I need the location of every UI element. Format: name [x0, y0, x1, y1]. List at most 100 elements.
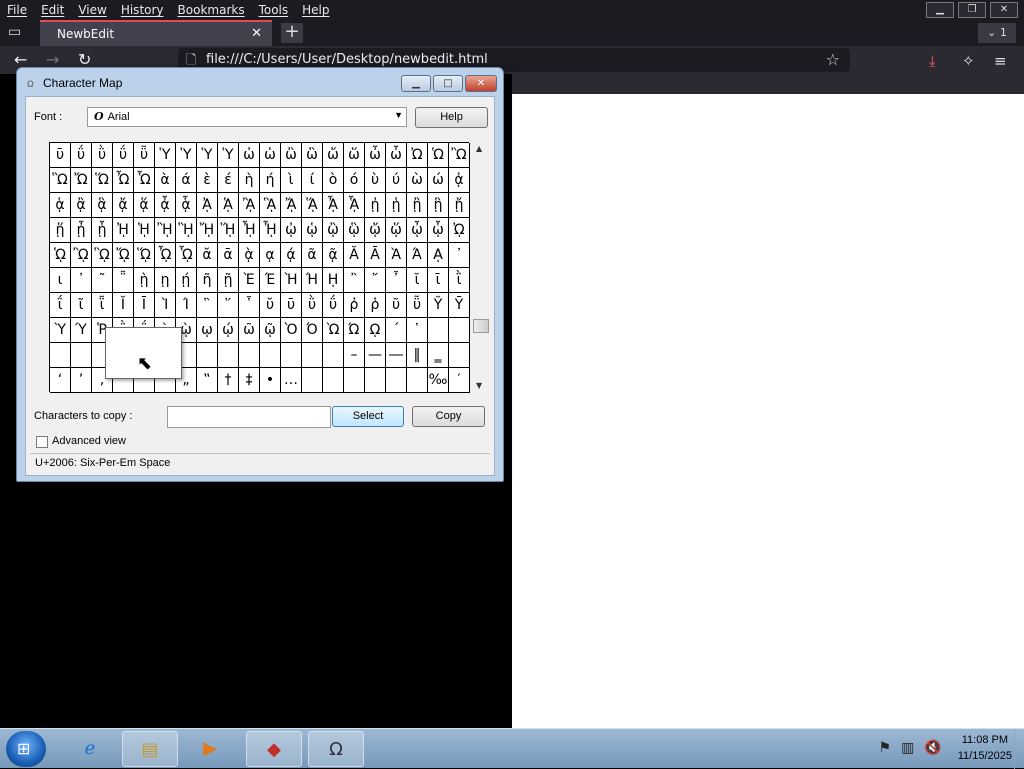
- start-button[interactable]: ⊞: [6, 731, 46, 767]
- char-cell[interactable]: ᾫ: [92, 243, 113, 268]
- char-cell[interactable]: ᾇ: [176, 193, 197, 218]
- char-cell[interactable]: ᾳ: [260, 243, 281, 268]
- char-cell[interactable]: ῐ: [407, 268, 428, 293]
- char-cell[interactable]: ὶ: [281, 168, 302, 193]
- char-cell[interactable]: Ὤ: [71, 168, 92, 193]
- char-cell[interactable]: ῖ: [71, 293, 92, 318]
- char-cell[interactable]: [71, 343, 92, 368]
- char-cell[interactable]: ‰: [428, 368, 449, 393]
- file-explorer-icon[interactable]: ▤: [122, 731, 178, 767]
- char-cell[interactable]: [365, 368, 386, 393]
- char-cell[interactable]: ᾟ: [260, 218, 281, 243]
- new-tab-button[interactable]: +: [281, 23, 303, 43]
- download-icon[interactable]: ⤓: [929, 52, 936, 70]
- char-cell[interactable]: ᾏ: [344, 193, 365, 218]
- charmap-minimize-button[interactable]: ▁: [401, 75, 431, 92]
- char-cell[interactable]: ᾪ: [71, 243, 92, 268]
- char-cell[interactable]: ᾓ: [428, 193, 449, 218]
- tab-newbedit[interactable]: NewbEdit ✕: [40, 20, 272, 46]
- firefox-icon[interactable]: ◆: [246, 731, 302, 767]
- char-cell[interactable]: ᾖ: [71, 218, 92, 243]
- char-cell[interactable]: ὸ: [323, 168, 344, 193]
- char-cell[interactable]: Ὶ: [155, 293, 176, 318]
- char-cell[interactable]: ᾐ: [365, 193, 386, 218]
- char-cell[interactable]: ―: [386, 343, 407, 368]
- char-cell[interactable]: ῼ: [365, 318, 386, 343]
- char-cell[interactable]: ῌ: [323, 268, 344, 293]
- char-cell[interactable]: ΐ: [50, 293, 71, 318]
- char-cell[interactable]: [323, 368, 344, 393]
- char-cell[interactable]: [428, 318, 449, 343]
- restore-button[interactable]: ❐: [958, 2, 986, 18]
- char-cell[interactable]: ᾎ: [323, 193, 344, 218]
- char-cell[interactable]: Ώ: [344, 318, 365, 343]
- char-cell[interactable]: ᾽: [449, 243, 470, 268]
- menu-view[interactable]: View: [71, 3, 113, 17]
- char-cell[interactable]: Ὑ: [155, 143, 176, 168]
- char-cell[interactable]: ᾋ: [260, 193, 281, 218]
- charmap-maximize-button[interactable]: □: [433, 75, 463, 92]
- char-cell[interactable]: ᾰ: [197, 243, 218, 268]
- char-cell[interactable]: ὠ: [239, 143, 260, 168]
- char-cell[interactable]: ῶ: [239, 318, 260, 343]
- char-cell[interactable]: Ὼ: [323, 318, 344, 343]
- char-cell[interactable]: ‟: [197, 368, 218, 393]
- char-cell[interactable]: †: [218, 368, 239, 393]
- char-cell[interactable]: ᾄ: [113, 193, 134, 218]
- hamburger-menu-icon[interactable]: ≡: [994, 52, 1007, 70]
- char-cell[interactable]: ᾑ: [386, 193, 407, 218]
- char-cell[interactable]: ᾆ: [155, 193, 176, 218]
- network-icon[interactable]: ▥: [901, 740, 914, 756]
- char-cell[interactable]: ὢ: [281, 143, 302, 168]
- font-dropdown[interactable]: O Arial ▼: [87, 107, 407, 127]
- char-cell[interactable]: ά: [176, 168, 197, 193]
- char-cell[interactable]: ὰ: [155, 168, 176, 193]
- char-cell[interactable]: Ὥ: [92, 168, 113, 193]
- char-cell[interactable]: ὧ: [386, 143, 407, 168]
- char-cell[interactable]: Ὑ: [176, 143, 197, 168]
- char-cell[interactable]: ᾯ: [176, 243, 197, 268]
- char-cell[interactable]: ή: [260, 168, 281, 193]
- char-cell[interactable]: Ῐ: [113, 293, 134, 318]
- minimize-button[interactable]: ▁: [926, 2, 954, 18]
- char-cell[interactable]: Ῠ: [428, 293, 449, 318]
- char-cell[interactable]: [344, 368, 365, 393]
- char-cell[interactable]: [407, 368, 428, 393]
- char-cell[interactable]: ᾡ: [302, 218, 323, 243]
- char-cell[interactable]: ᾈ: [197, 193, 218, 218]
- char-cell[interactable]: ᾉ: [218, 193, 239, 218]
- char-cell[interactable]: ῡ: [281, 293, 302, 318]
- char-cell[interactable]: [239, 343, 260, 368]
- show-desktop-button[interactable]: [1014, 729, 1024, 769]
- char-cell[interactable]: ᾠ: [281, 218, 302, 243]
- char-cell[interactable]: ῧ: [134, 143, 155, 168]
- char-cell[interactable]: ᾤ: [365, 218, 386, 243]
- char-cell[interactable]: [302, 368, 323, 393]
- menu-edit[interactable]: Edit: [34, 3, 71, 17]
- char-cell[interactable]: ῡ: [50, 143, 71, 168]
- char-cell[interactable]: ῟: [239, 293, 260, 318]
- copy-button[interactable]: Copy: [412, 406, 485, 427]
- char-cell[interactable]: Ὺ: [50, 318, 71, 343]
- page-content[interactable]: [512, 94, 1024, 728]
- char-cell[interactable]: ῆ: [197, 268, 218, 293]
- char-cell[interactable]: ᾍ: [302, 193, 323, 218]
- char-cell[interactable]: ᾔ: [449, 193, 470, 218]
- char-cell[interactable]: Ᾰ: [344, 243, 365, 268]
- char-cell[interactable]: [260, 343, 281, 368]
- menu-tools[interactable]: Tools: [252, 3, 296, 17]
- char-cell[interactable]: Ὣ: [50, 168, 71, 193]
- tab-list-icon[interactable]: ▭: [8, 24, 28, 42]
- select-button[interactable]: Select: [332, 406, 404, 427]
- bookmark-star-icon[interactable]: ☆: [826, 50, 840, 69]
- char-cell[interactable]: ᾱ: [218, 243, 239, 268]
- menu-file[interactable]: File: [0, 3, 34, 17]
- scroll-down-icon[interactable]: ▼: [476, 381, 482, 390]
- char-cell[interactable]: ᾁ: [50, 193, 71, 218]
- char-cell[interactable]: [197, 343, 218, 368]
- menu-history[interactable]: History: [114, 3, 171, 17]
- char-cell[interactable]: ῝: [197, 293, 218, 318]
- char-cell[interactable]: ῞: [218, 293, 239, 318]
- char-cell[interactable]: Ὑ: [197, 143, 218, 168]
- char-cell[interactable]: ὤ: [323, 143, 344, 168]
